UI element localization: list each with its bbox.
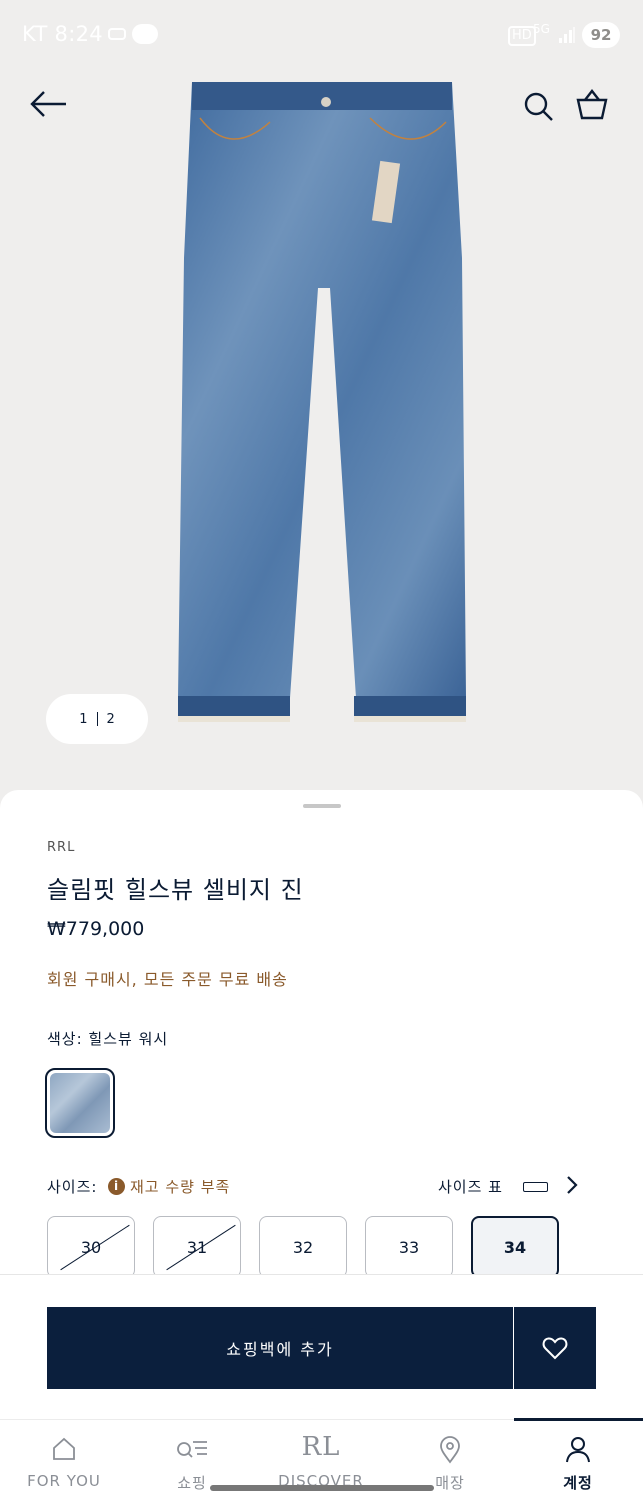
info-icon: i (108, 1178, 125, 1195)
signal-icon (559, 27, 575, 43)
size-header: 사이즈: i 재고 수량 부족 사이즈 표 (47, 1174, 587, 1198)
unavailable-strike (166, 1224, 236, 1271)
ruler-icon[interactable] (523, 1182, 548, 1192)
size-option-label: 33 (398, 1237, 420, 1257)
pager-current: 1 (79, 711, 88, 727)
color-swatch-selected[interactable] (45, 1068, 115, 1138)
product-price: ₩779,000 (47, 918, 145, 940)
product-title: 슬림핏 힐스뷰 셀비지 진 (47, 876, 304, 904)
heart-icon (542, 1337, 568, 1360)
purchase-action-bar: 쇼핑백에 추가 (0, 1274, 643, 1414)
tab-label: FOR YOU (27, 1472, 101, 1490)
pager-separator (96, 712, 98, 726)
product-image-jeans (178, 82, 466, 722)
carrier-time: KT 8:24 (22, 22, 103, 46)
product-details-sheet[interactable]: RRL 슬림핏 힐스뷰 셀비지 진 ₩779,000 회원 구매시, 모든 주문… (0, 790, 643, 1500)
size-option-label: 34 (503, 1237, 527, 1257)
add-to-bag-button[interactable]: 쇼핑백에 추가 (47, 1307, 513, 1389)
product-image-gallery[interactable]: 1 2 (0, 0, 643, 800)
size-label: 사이즈: (47, 1178, 98, 1196)
tab-account[interactable]: 계정 (514, 1420, 642, 1500)
size-option-label: 32 (292, 1237, 314, 1257)
wishlist-button[interactable] (514, 1307, 596, 1389)
status-bar: KT 8:24 HD 5G 92 (0, 0, 643, 70)
size-option-33[interactable]: 33 (365, 1216, 453, 1276)
size-option-30[interactable]: 30 (47, 1216, 135, 1276)
nfc-icon (108, 28, 126, 40)
size-option-31[interactable]: 31 (153, 1216, 241, 1276)
color-label: 색상: 힐스뷰 워시 (47, 1030, 169, 1048)
chevron-right-icon[interactable] (565, 1174, 579, 1196)
hd-voice-icon: HD (508, 26, 536, 46)
search-icon[interactable] (522, 90, 554, 122)
shop-search-icon (177, 1441, 207, 1458)
unavailable-strike (60, 1224, 130, 1271)
low-stock-warning: 재고 수량 부족 (130, 1178, 231, 1196)
home-icon (53, 1437, 75, 1460)
battery-indicator: 92 (582, 22, 620, 48)
pager-total: 2 (106, 711, 115, 727)
shipping-promo: 회원 구매시, 모든 주문 무료 배송 (47, 970, 288, 989)
size-options: 30 31 32 33 34 (47, 1216, 607, 1276)
network-type-icon: 5G (533, 22, 550, 36)
product-brand: RRL (47, 840, 76, 855)
chat-notification-icon (132, 24, 158, 44)
home-indicator[interactable] (210, 1485, 434, 1491)
size-option-32[interactable]: 32 (259, 1216, 347, 1276)
swatch-fabric (50, 1073, 110, 1133)
location-pin-icon (440, 1436, 460, 1464)
account-icon (566, 1437, 590, 1463)
back-arrow-icon[interactable] (28, 86, 70, 122)
size-option-34[interactable]: 34 (471, 1216, 559, 1276)
tab-for-you[interactable]: FOR YOU (0, 1420, 128, 1500)
image-pager[interactable]: 1 2 (46, 694, 148, 744)
shopping-bag-icon[interactable] (574, 88, 610, 122)
tab-label: 계정 (563, 1474, 593, 1492)
rl-logo: RL (301, 1432, 341, 1462)
sheet-drag-handle[interactable] (303, 804, 341, 808)
size-chart-link[interactable]: 사이즈 표 (438, 1176, 503, 1197)
